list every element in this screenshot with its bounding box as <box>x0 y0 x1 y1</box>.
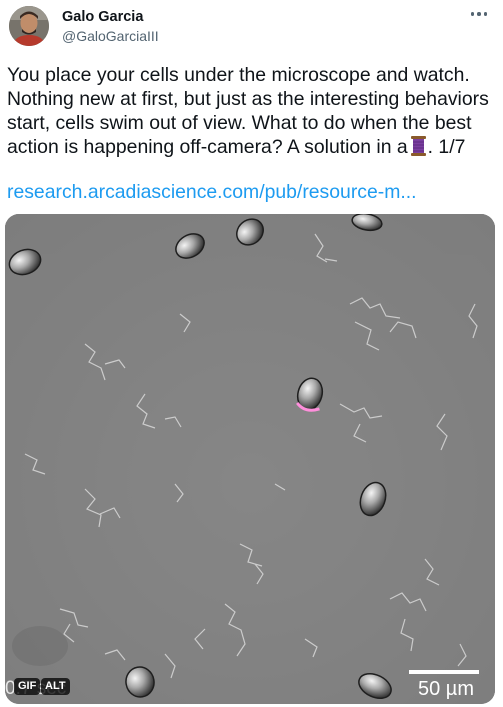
more-options-button[interactable] <box>465 4 493 24</box>
scale-bar-label: 50 µm <box>418 678 474 700</box>
debris-blob <box>12 626 68 666</box>
alt-text-badge[interactable]: ALT <box>41 678 70 695</box>
author-display-name[interactable]: Galo Garcia <box>62 8 143 26</box>
tweet: Galo Garcia @GaloGarciaIII You place you… <box>0 0 503 707</box>
scale-bar <box>409 670 479 674</box>
gif-badge[interactable]: GIF <box>14 678 41 695</box>
tweet-text-thread-count: . 1/7 <box>427 136 466 158</box>
article-link[interactable]: research.arcadiascience.com/pub/resource… <box>7 180 417 204</box>
tweet-text: You place your cells under the microscop… <box>7 63 497 159</box>
more-dot-icon <box>470 12 475 16</box>
avatar-photo <box>9 6 49 46</box>
more-dot-icon <box>477 12 481 16</box>
author-handle[interactable]: @GaloGarciaIII <box>62 27 159 45</box>
avatar[interactable] <box>9 6 49 46</box>
microscope-gif[interactable]: 0.7 sec 50 µm GIF ALT <box>5 214 495 704</box>
microscope-image <box>5 214 495 704</box>
more-dot-icon <box>483 12 488 16</box>
thread-spool-icon <box>410 136 426 156</box>
